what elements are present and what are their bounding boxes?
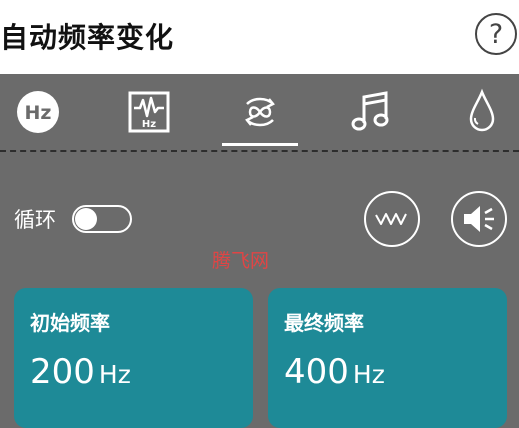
waveform-hz-icon: Hz (128, 91, 170, 133)
tab-drop[interactable] (458, 88, 506, 136)
tab-waveform[interactable]: Hz (125, 88, 173, 136)
watermark-text: 腾飞网 (212, 250, 270, 272)
waveform-button[interactable] (364, 191, 420, 247)
tab-selected-indicator (222, 143, 298, 146)
start-frequency-number: 200 (30, 352, 95, 392)
speaker-button[interactable] (451, 191, 507, 247)
dashed-divider (0, 150, 519, 152)
end-frequency-unit: Hz (352, 360, 385, 389)
hz-icon: Hz (17, 91, 59, 133)
speaker-icon (464, 206, 494, 232)
svg-text:Hz: Hz (142, 119, 156, 130)
end-frequency-value: 400 Hz (284, 352, 385, 392)
start-frequency-card[interactable]: 初始频率 200 Hz (14, 288, 253, 428)
water-drop-icon (469, 88, 495, 132)
tab-music[interactable] (347, 88, 395, 136)
loop-icon (245, 97, 275, 127)
help-icon: ? (488, 18, 504, 50)
tab-bar: Hz Hz (0, 74, 519, 150)
end-frequency-label: 最终频率 (284, 311, 364, 335)
header-bar: 自动频率变化 ? (0, 0, 519, 74)
tab-hz[interactable]: Hz (14, 88, 62, 136)
waveform-icon (375, 213, 407, 225)
end-frequency-number: 400 (284, 352, 349, 392)
music-note-icon (351, 91, 389, 131)
start-frequency-value: 200 Hz (30, 352, 131, 392)
loop-toggle[interactable] (72, 205, 132, 233)
page-title: 自动频率变化 (0, 21, 175, 54)
toggle-knob (75, 208, 97, 230)
help-button[interactable]: ? (475, 13, 517, 55)
end-frequency-card[interactable]: 最终频率 400 Hz (268, 288, 507, 428)
start-frequency-unit: Hz (98, 360, 131, 389)
start-frequency-label: 初始频率 (30, 311, 110, 335)
tab-loop[interactable] (236, 88, 284, 136)
svg-text:Hz: Hz (25, 102, 52, 124)
loop-label: 循环 (14, 208, 56, 232)
